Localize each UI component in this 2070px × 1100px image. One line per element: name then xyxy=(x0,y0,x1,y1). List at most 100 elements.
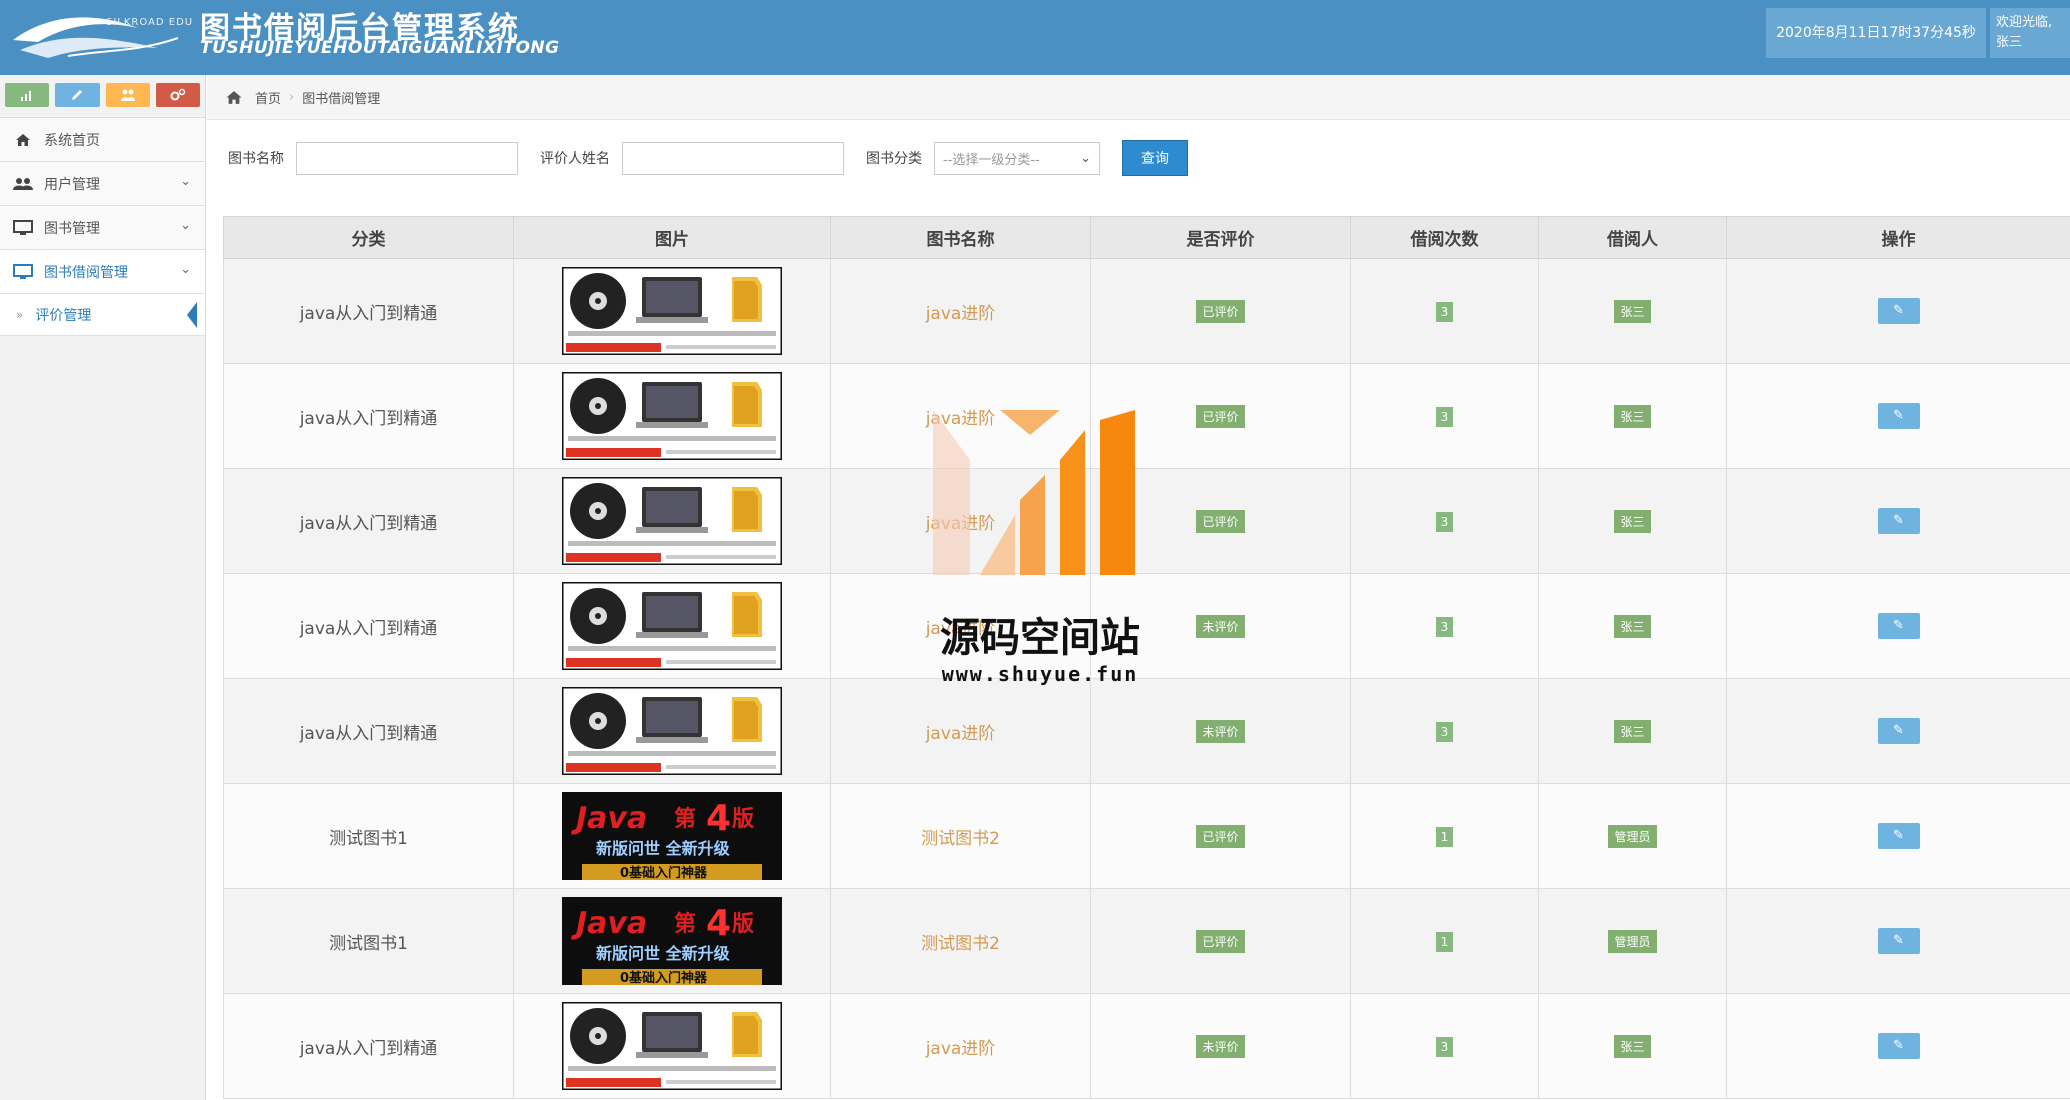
table-row: java从入门到精通 java进阶 已评价 3 张三 ✎ xyxy=(223,258,2070,364)
shortcut-chart-button[interactable] xyxy=(5,83,50,107)
edit-button[interactable]: ✎ xyxy=(1877,823,1920,849)
borrower-cell: 管理员 xyxy=(1538,783,1727,889)
count-cell: 3 xyxy=(1350,258,1539,364)
table-row: 测试图书1 Java 第 4 版 新版问世 全新升级 0基础入门神器 测试图书2… xyxy=(223,783,2070,889)
category-select-value: --选择一级分类-- xyxy=(943,152,1040,168)
book-name-input[interactable] xyxy=(296,141,518,175)
book-name-link[interactable]: java进阶 xyxy=(926,304,996,324)
edit-button[interactable]: ✎ xyxy=(1877,718,1920,744)
shortcut-bar xyxy=(0,75,205,118)
datetime-display: 2020年8月11日17时37分45秒 xyxy=(1766,8,1986,58)
book-name-cell: java进阶 xyxy=(830,678,1091,784)
sidebar-item-books[interactable]: 图书管理 ⌄ xyxy=(0,206,205,250)
book-name-cell: 测试图书2 xyxy=(830,783,1091,889)
category-text: 测试图书1 xyxy=(329,828,408,849)
book-name-link[interactable]: java进阶 xyxy=(926,619,996,639)
book-name-link[interactable]: java进阶 xyxy=(926,1039,996,1059)
reviewed-cell: 已评价 xyxy=(1090,363,1351,469)
edit-button[interactable]: ✎ xyxy=(1877,928,1920,954)
table-row: 测试图书1 Java 第 4 版 新版问世 全新升级 0基础入门神器 测试图书2… xyxy=(223,888,2070,994)
borrower-cell: 张三 xyxy=(1538,258,1727,364)
image-cell xyxy=(513,993,831,1099)
breadcrumb-separator: › xyxy=(289,89,295,105)
book-name-link[interactable]: java进阶 xyxy=(926,514,996,534)
edit-button[interactable]: ✎ xyxy=(1877,508,1920,534)
book-cover-image xyxy=(562,1002,782,1090)
sidebar-item-users[interactable]: 用户管理 ⌄ xyxy=(0,162,205,206)
svg-text:Java: Java xyxy=(571,801,647,836)
header-bar: SILKROAD EDU 图书借阅后台管理系统 TUSHUJIEYUEHOUTA… xyxy=(0,0,2070,75)
shortcut-users-button[interactable] xyxy=(105,83,150,107)
borrow-count-badge: 3 xyxy=(1435,1036,1454,1057)
cogs-icon xyxy=(170,88,186,101)
book-cover-image xyxy=(562,267,782,355)
home-icon[interactable] xyxy=(225,90,243,105)
logo-text: SILKROAD EDU xyxy=(106,17,194,28)
column-header: 借阅次数 xyxy=(1350,216,1539,259)
reviewer-name-input[interactable] xyxy=(622,141,844,175)
image-cell xyxy=(513,363,831,469)
search-bar: 图书名称 评价人姓名 图书分类 --选择一级分类-- ⌄ 查询 xyxy=(228,140,1188,176)
svg-text:新版问世 全新升级: 新版问世 全新升级 xyxy=(596,839,731,858)
category-select[interactable]: --选择一级分类-- ⌄ xyxy=(934,141,1100,175)
svg-text:0基础入门神器: 0基础入门神器 xyxy=(620,970,708,985)
table-header-row: 分类 图片 图书名称 是否评价 借阅次数 借阅人 操作 xyxy=(223,216,2070,259)
chevron-down-icon: ⌄ xyxy=(180,262,191,277)
table-row: java从入门到精通 java进阶 未评价 3 张三 ✎ xyxy=(223,573,2070,679)
welcome-box[interactable]: 欢迎光临, 张三 xyxy=(1990,8,2070,58)
borrower-cell: 管理员 xyxy=(1538,888,1727,994)
action-cell: ✎ xyxy=(1726,678,2070,784)
sidebar-subitem-review[interactable]: » 评价管理 xyxy=(0,294,205,336)
query-button[interactable]: 查询 xyxy=(1122,140,1188,176)
sidebar-item-label: 图书借阅管理 xyxy=(44,264,128,281)
svg-text:Java: Java xyxy=(571,906,647,941)
book-name-link[interactable]: 测试图书2 xyxy=(921,829,1000,849)
edit-button[interactable]: ✎ xyxy=(1877,613,1920,639)
column-header: 图片 xyxy=(513,216,831,259)
action-cell: ✎ xyxy=(1726,783,2070,889)
sidebar-item-home[interactable]: 系统首页 xyxy=(0,118,205,162)
edit-icon: ✎ xyxy=(1893,513,1904,528)
action-cell: ✎ xyxy=(1726,258,2070,364)
reviewed-cell: 未评价 xyxy=(1090,678,1351,784)
category-label: 图书分类 xyxy=(866,151,922,167)
svg-text:新版问世 全新升级: 新版问世 全新升级 xyxy=(596,944,731,963)
book-name-cell: java进阶 xyxy=(830,363,1091,469)
image-cell: Java 第 4 版 新版问世 全新升级 0基础入门神器 xyxy=(513,783,831,889)
edit-button[interactable]: ✎ xyxy=(1877,298,1920,324)
reviewed-cell: 未评价 xyxy=(1090,573,1351,679)
svg-text:4: 4 xyxy=(706,903,731,944)
svg-text:版: 版 xyxy=(732,807,754,832)
borrower-cell: 张三 xyxy=(1538,468,1727,574)
chart-icon xyxy=(21,91,32,101)
book-name-link[interactable]: java进阶 xyxy=(926,724,996,744)
username[interactable]: 张三 xyxy=(1996,33,2064,53)
book-name-label: 图书名称 xyxy=(228,151,284,167)
review-status-badge: 未评价 xyxy=(1196,614,1245,638)
book-name-link[interactable]: 测试图书2 xyxy=(921,934,1000,954)
borrower-badge: 张三 xyxy=(1614,1034,1651,1058)
count-cell: 1 xyxy=(1350,783,1539,889)
category-text: java从入门到精通 xyxy=(299,408,438,429)
pencil-icon xyxy=(72,90,83,100)
svg-text:0基础入门神器: 0基础入门神器 xyxy=(620,865,708,880)
sidebar-item-borrow[interactable]: 图书借阅管理 ⌄ xyxy=(0,250,205,294)
reviewer-name-label: 评价人姓名 xyxy=(540,151,610,167)
edit-button[interactable]: ✎ xyxy=(1877,1033,1920,1059)
users-icon xyxy=(120,89,135,101)
shortcut-cogs-button[interactable] xyxy=(155,83,200,107)
category-text: java从入门到精通 xyxy=(299,618,438,639)
column-header: 图书名称 xyxy=(830,216,1091,259)
edit-icon: ✎ xyxy=(1893,408,1904,423)
book-name-link[interactable]: java进阶 xyxy=(926,409,996,429)
table-row: java从入门到精通 java进阶 已评价 3 张三 ✎ xyxy=(223,363,2070,469)
breadcrumb-home[interactable]: 首页 xyxy=(255,88,281,107)
edit-button[interactable]: ✎ xyxy=(1877,403,1920,429)
users-icon xyxy=(12,175,34,193)
category-cell: 测试图书1 xyxy=(223,888,514,994)
book-name-cell: java进阶 xyxy=(830,993,1091,1099)
borrow-count-badge: 3 xyxy=(1435,406,1454,427)
category-text: 测试图书1 xyxy=(329,933,408,954)
review-status-badge: 已评价 xyxy=(1196,299,1245,323)
shortcut-pencil-button[interactable] xyxy=(55,83,100,107)
